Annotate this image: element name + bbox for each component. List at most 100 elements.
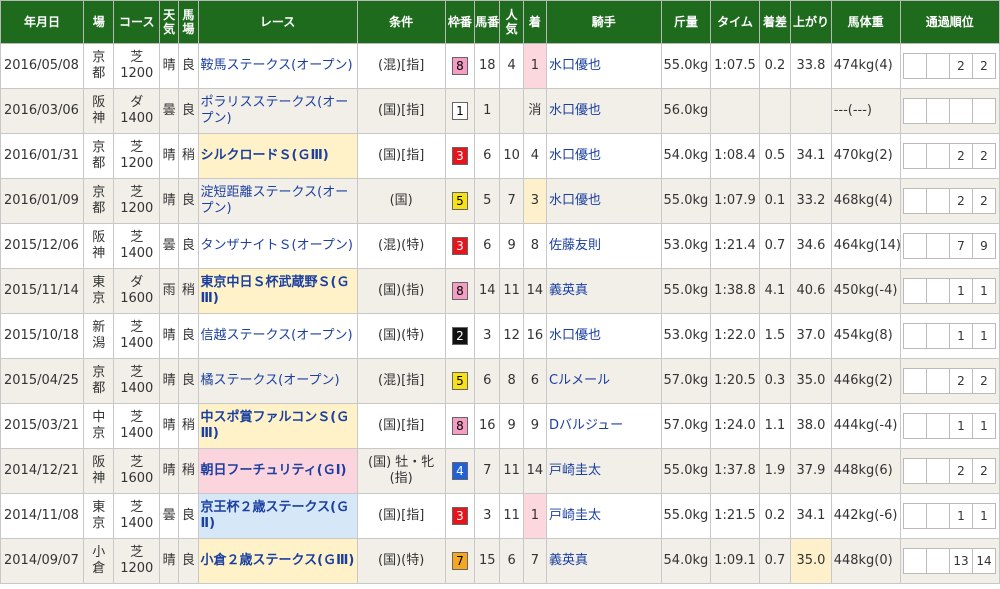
weather-cell: 曇: [159, 88, 180, 134]
column-header[interactable]: 馬体重: [830, 0, 901, 44]
column-header[interactable]: 条件: [356, 0, 446, 44]
column-header[interactable]: 斤量: [660, 0, 712, 44]
course-cell: 芝1400: [113, 358, 161, 404]
jockey-cell: 義英真: [546, 538, 662, 584]
pass-position: 7: [949, 233, 973, 259]
passing-order-cell: [899, 88, 1000, 134]
pass-position: 1: [949, 413, 973, 439]
race-link[interactable]: 中スポ賞ファルコンＳ(ＧⅢ): [201, 410, 350, 441]
race-cell: 朝日フーチュリティ(ＧⅠ): [197, 448, 358, 494]
race-link[interactable]: タンザナイトＳ(オープン): [201, 238, 353, 253]
column-header[interactable]: レース: [197, 0, 358, 44]
column-header[interactable]: 騎手: [546, 0, 662, 44]
jockey-link[interactable]: Cルメール: [549, 373, 610, 388]
column-header[interactable]: 通過順位: [899, 0, 1000, 44]
pass-position: [926, 368, 950, 394]
body-weight-cell: 448kg(6): [830, 448, 901, 494]
venue-cell: 京都: [83, 133, 115, 179]
jockey-link[interactable]: 佐藤友則: [549, 238, 601, 253]
time-cell: 1:08.4: [710, 133, 760, 179]
weight-cell: 55.0kg: [660, 448, 712, 494]
table-row: 2015/04/25 京都 芝1400 晴良橘ステークス(オープン) (混)[指] 5 6 8…: [0, 358, 1000, 404]
table-row: 2016/05/08 京都 芝1200 晴良鞍馬ステークス(オープン) (混)[指] 8 1…: [0, 43, 1000, 89]
race-link[interactable]: 朝日フーチュリティ(ＧⅠ): [201, 463, 347, 478]
column-header[interactable]: コース: [113, 0, 161, 44]
jockey-link[interactable]: 義英真: [549, 283, 588, 298]
table-row: 2015/11/14 東京 ダ1600 雨稍東京中日Ｓ杯武蔵野Ｓ(ＧⅢ) (国)(指) 8…: [0, 268, 1000, 314]
popularity-cell: 11: [499, 493, 524, 539]
pass-position: 1: [949, 278, 973, 304]
agari-cell: 34.1: [790, 493, 832, 539]
column-header[interactable]: 馬場: [178, 0, 199, 44]
race-link[interactable]: 東京中日Ｓ杯武蔵野Ｓ(ＧⅢ): [201, 275, 350, 306]
column-header[interactable]: 着: [522, 0, 548, 44]
jockey-link[interactable]: 戸崎圭太: [549, 508, 601, 523]
date-cell: 2015/11/14: [0, 268, 85, 314]
column-header[interactable]: 枠番: [444, 0, 476, 44]
track-cell: 稍: [178, 448, 199, 494]
date-cell: 2015/12/06: [0, 223, 85, 269]
pass-position: [903, 323, 927, 349]
race-link[interactable]: シルクロードＳ(ＧⅢ): [201, 148, 329, 163]
time-cell: 1:22.0: [710, 313, 760, 359]
race-cell: 橘ステークス(オープン): [197, 358, 358, 404]
jockey-cell: 水口優也: [546, 88, 662, 134]
jockey-link[interactable]: 水口優也: [549, 148, 601, 163]
margin-cell: 1.1: [758, 403, 792, 449]
track-cell: 良: [178, 43, 199, 89]
column-header[interactable]: 場: [83, 0, 115, 44]
body-weight-cell: 448kg(0): [830, 538, 901, 584]
waku-badge: 5: [451, 372, 468, 390]
column-header[interactable]: 着差: [758, 0, 792, 44]
margin-cell: 1.5: [758, 313, 792, 359]
jockey-link[interactable]: 水口優也: [549, 328, 601, 343]
course-cell: 芝1400: [113, 403, 161, 449]
race-link[interactable]: 京王杯２歳ステークス(ＧⅡ): [201, 500, 350, 531]
condition-cell: (国)[指]: [356, 493, 446, 539]
venue-cell: 阪神: [83, 223, 115, 269]
passing-order-cell: 11: [899, 313, 1000, 359]
column-header[interactable]: 天気: [159, 0, 180, 44]
race-link[interactable]: 信越ステークス(オープン): [201, 328, 353, 343]
jockey-link[interactable]: 義英真: [549, 553, 588, 568]
race-link[interactable]: 橘ステークス(オープン): [201, 373, 340, 388]
jockey-cell: Cルメール: [546, 358, 662, 404]
column-header[interactable]: 年月日: [0, 0, 85, 44]
track-cell: 良: [178, 358, 199, 404]
jockey-link[interactable]: 戸崎圭太: [549, 463, 601, 478]
jockey-link[interactable]: 水口優也: [549, 58, 601, 73]
track-cell: 稍: [178, 268, 199, 314]
finish-cell: 8: [522, 223, 548, 269]
race-link[interactable]: 鞍馬ステークス(オープン): [201, 58, 353, 73]
race-link[interactable]: ポラリスステークス(オープン): [201, 95, 349, 126]
umaban-cell: 7: [474, 448, 501, 494]
jockey-cell: 義英真: [546, 268, 662, 314]
pass-position: [903, 278, 927, 304]
course-cell: 芝1200: [113, 43, 161, 89]
jockey-cell: 佐藤友則: [546, 223, 662, 269]
passing-order-cell: 22: [899, 448, 1000, 494]
jockey-link[interactable]: 水口優也: [549, 103, 601, 118]
jockey-link[interactable]: 水口優也: [549, 193, 601, 208]
agari-cell: 37.0: [790, 313, 832, 359]
race-link[interactable]: 小倉２歳ステークス(ＧⅢ): [201, 553, 355, 568]
table-row: 2016/01/31 京都 芝1200 晴稍シルクロードＳ(ＧⅢ) (国)[指] 3 6 10…: [0, 133, 1000, 179]
jockey-cell: Dバルジュー: [546, 403, 662, 449]
column-header[interactable]: 馬番: [474, 0, 501, 44]
pass-position: [903, 98, 927, 124]
race-cell: 淀短距離ステークス(オープン): [197, 178, 358, 224]
column-header[interactable]: 人気: [499, 0, 524, 44]
column-header[interactable]: タイム: [710, 0, 760, 44]
column-header[interactable]: 上がり: [790, 0, 832, 44]
jockey-cell: 戸崎圭太: [546, 448, 662, 494]
body-weight-cell: 442kg(-6): [830, 493, 901, 539]
jockey-link[interactable]: Dバルジュー: [549, 418, 623, 433]
popularity-cell: 7: [499, 178, 524, 224]
time-cell: 1:38.8: [710, 268, 760, 314]
course-cell: 芝1400: [113, 223, 161, 269]
race-link[interactable]: 淀短距離ステークス(オープン): [201, 185, 349, 216]
waku-badge: 1: [451, 102, 468, 120]
race-cell: 東京中日Ｓ杯武蔵野Ｓ(ＧⅢ): [197, 268, 358, 314]
weather-cell: 晴: [159, 358, 180, 404]
weather-cell: 晴: [159, 403, 180, 449]
